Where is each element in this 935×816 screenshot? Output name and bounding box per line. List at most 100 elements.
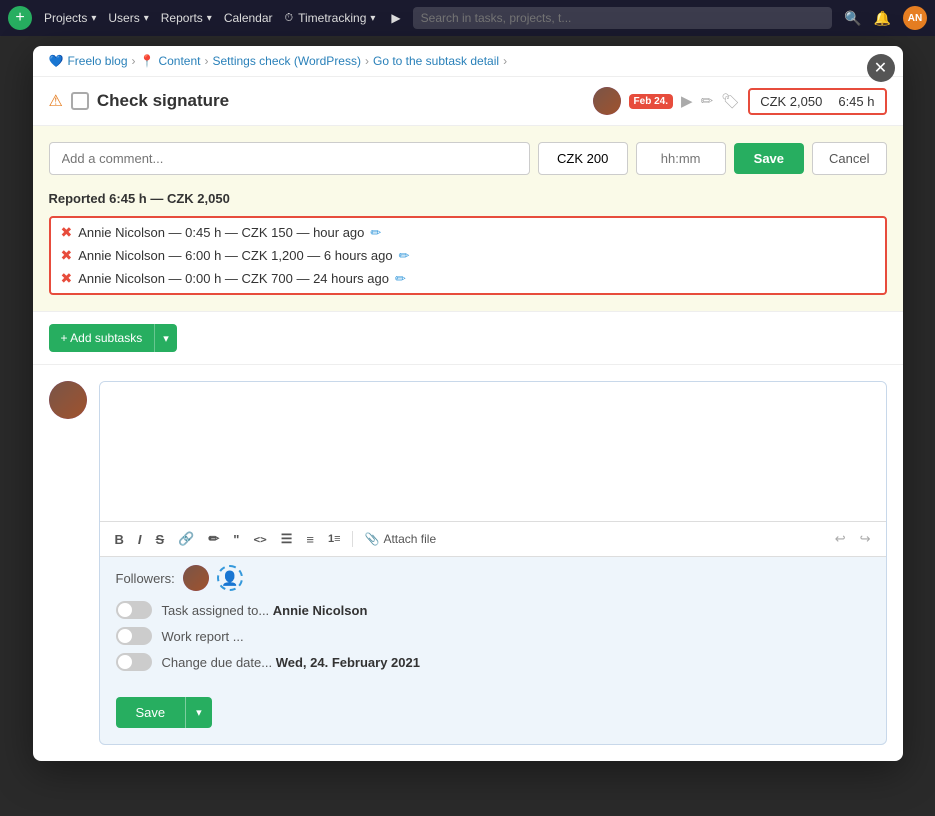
add-follower-icon: 👤	[221, 570, 238, 587]
tag-task-icon[interactable]: 🏷	[721, 92, 740, 110]
notification-bell-icon[interactable]: 🔔	[874, 10, 891, 27]
log-entry-text: Annie Nicolson — 0:00 h — CZK 700 — 24 h…	[78, 271, 389, 286]
log-edit-icon[interactable]: ✏	[399, 248, 410, 264]
log-entry-text: Annie Nicolson — 0:45 h — CZK 150 — hour…	[78, 225, 364, 240]
log-entry: ✖ Annie Nicolson — 0:00 h — CZK 700 — 24…	[61, 270, 875, 287]
comment-save-dropdown-button[interactable]: ▾	[185, 697, 212, 728]
breadcrumb-pin-icon: 📍	[140, 54, 155, 68]
log-entry-text: Annie Nicolson — 6:00 h — CZK 1,200 — 6 …	[78, 248, 392, 263]
time-save-button[interactable]: Save	[734, 143, 804, 174]
comment-save-group: Save ▾	[116, 697, 870, 728]
reports-menu[interactable]: Reports ▾	[161, 11, 212, 25]
task-assigned-toggle[interactable]	[116, 601, 152, 619]
topnav: + Projects ▾ Users ▾ Reports ▾ Calendar …	[0, 0, 935, 36]
breadcrumb-blog-icon: 💙	[49, 54, 64, 68]
users-chevron: ▾	[144, 13, 149, 24]
followers-section: Followers: 👤 Task assigned to... Annie N…	[100, 557, 886, 687]
time-money-input[interactable]	[538, 142, 628, 175]
add-subtasks-group: + Add subtasks ▾	[49, 324, 887, 352]
task-modal: ✕ 💙 Freelo blog › 📍 Content › Settings c…	[33, 46, 903, 761]
add-subtasks-button[interactable]: + Add subtasks	[49, 324, 155, 352]
time-hours-input[interactable]	[636, 142, 726, 175]
timetracking-chevron: ▾	[370, 13, 375, 24]
notification-row-2: Work report ...	[116, 627, 870, 645]
task-due-date-badge: Feb 24.	[629, 94, 673, 109]
work-report-toggle[interactable]	[116, 627, 152, 645]
add-button[interactable]: +	[8, 6, 32, 30]
task-checkbox[interactable]	[71, 92, 89, 110]
code-button[interactable]: <>	[248, 530, 271, 549]
notification-text-1: Task assigned to... Annie Nicolson	[162, 603, 368, 618]
projects-menu[interactable]: Projects ▾	[44, 11, 96, 25]
calendar-menu[interactable]: Calendar	[224, 11, 273, 25]
log-delete-icon[interactable]: ✖	[61, 270, 73, 287]
task-header: ⚠ Check signature Feb 24. ▶ ✏ 🏷 CZK 2,05…	[33, 77, 903, 126]
add-subtasks-dropdown-button[interactable]: ▾	[154, 324, 177, 352]
log-entry: ✖ Annie Nicolson — 6:00 h — CZK 1,200 — …	[61, 247, 875, 264]
task-assignee-avatar	[593, 87, 621, 115]
warning-icon: ⚠	[49, 91, 63, 111]
ordered-list-button[interactable]: 1≡	[323, 530, 346, 548]
search-icon[interactable]: 🔍	[844, 10, 861, 27]
quote-button[interactable]: "	[228, 529, 244, 550]
log-edit-icon[interactable]: ✏	[370, 225, 381, 241]
notification-text-3: Change due date... Wed, 24. February 202…	[162, 655, 420, 670]
task-title: Check signature	[97, 91, 585, 111]
toolbar-separator	[352, 531, 353, 547]
breadcrumb-blog[interactable]: Freelo blog	[67, 54, 127, 68]
comment-toolbar: B I S 🔗 ✏ " <> ☰ ≡ 1≡ 📎 Attach file	[100, 522, 886, 557]
log-delete-icon[interactable]: ✖	[61, 224, 73, 241]
task-money: CZK 2,050	[760, 94, 822, 109]
add-follower-button[interactable]: 👤	[217, 565, 243, 591]
close-button[interactable]: ✕	[867, 54, 895, 82]
search-input[interactable]	[413, 7, 832, 29]
log-edit-icon[interactable]: ✏	[395, 271, 406, 287]
subtasks-bar: + Add subtasks ▾	[33, 312, 903, 365]
due-date-toggle[interactable]	[116, 653, 152, 671]
brush-button[interactable]: ✏	[203, 528, 224, 550]
timetracking-menu[interactable]: ⏱ Timetracking ▾	[285, 11, 376, 25]
reports-chevron: ▾	[207, 13, 212, 24]
undo-button[interactable]: ↩	[830, 528, 851, 550]
projects-chevron: ▾	[91, 13, 96, 24]
list-button[interactable]: ☰	[276, 528, 298, 550]
followers-label: Followers:	[116, 571, 175, 586]
task-time-summary: CZK 2,050 6:45 h	[748, 88, 886, 115]
log-entries: ✖ Annie Nicolson — 0:45 h — CZK 150 — ho…	[49, 216, 887, 295]
commenter-avatar	[49, 381, 87, 419]
notification-row-3: Change due date... Wed, 24. February 202…	[116, 653, 870, 671]
log-delete-icon[interactable]: ✖	[61, 247, 73, 264]
time-comment-input[interactable]	[49, 142, 530, 175]
time-cancel-button[interactable]: Cancel	[812, 142, 886, 175]
comment-save-button[interactable]: Save	[116, 697, 186, 728]
bold-button[interactable]: B	[110, 529, 129, 550]
notification-row-1: Task assigned to... Annie Nicolson	[116, 601, 870, 619]
attach-label: Attach file	[383, 532, 436, 546]
attach-file-button[interactable]: 📎 Attach file	[359, 529, 443, 549]
follower-avatar	[183, 565, 209, 591]
redo-button[interactable]: ↪	[855, 528, 876, 550]
modal-overlay: ✕ 💙 Freelo blog › 📍 Content › Settings c…	[0, 36, 935, 816]
breadcrumb-subtask[interactable]: Go to the subtask detail	[373, 54, 499, 68]
breadcrumb-content[interactable]: Content	[158, 54, 200, 68]
time-inputs-row: Save Cancel	[49, 142, 887, 175]
breadcrumb: 💙 Freelo blog › 📍 Content › Settings che…	[33, 46, 903, 77]
log-entry: ✖ Annie Nicolson — 0:45 h — CZK 150 — ho…	[61, 224, 875, 241]
link-button[interactable]: 🔗	[173, 528, 199, 550]
play-button[interactable]: ▶	[391, 11, 400, 25]
comment-area: B I S 🔗 ✏ " <> ☰ ≡ 1≡ 📎 Attach file	[33, 365, 903, 761]
breadcrumb-settings[interactable]: Settings check (WordPress)	[212, 54, 361, 68]
italic-button[interactable]: I	[133, 529, 147, 550]
time-panel: Save Cancel Reported 6:45 h — CZK 2,050 …	[33, 126, 903, 312]
play-task-icon[interactable]: ▶	[681, 92, 693, 110]
followers-row: Followers: 👤	[116, 565, 870, 591]
comment-editor[interactable]	[100, 382, 886, 522]
users-menu[interactable]: Users ▾	[108, 11, 148, 25]
comment-box: B I S 🔗 ✏ " <> ☰ ≡ 1≡ 📎 Attach file	[99, 381, 887, 745]
strikethrough-button[interactable]: S	[151, 529, 170, 550]
user-avatar[interactable]: AN	[903, 6, 927, 30]
bullet-list-button[interactable]: ≡	[301, 529, 319, 550]
edit-task-icon[interactable]: ✏	[701, 92, 714, 110]
paperclip-icon: 📎	[365, 532, 380, 546]
notification-text-2: Work report ...	[162, 629, 244, 644]
